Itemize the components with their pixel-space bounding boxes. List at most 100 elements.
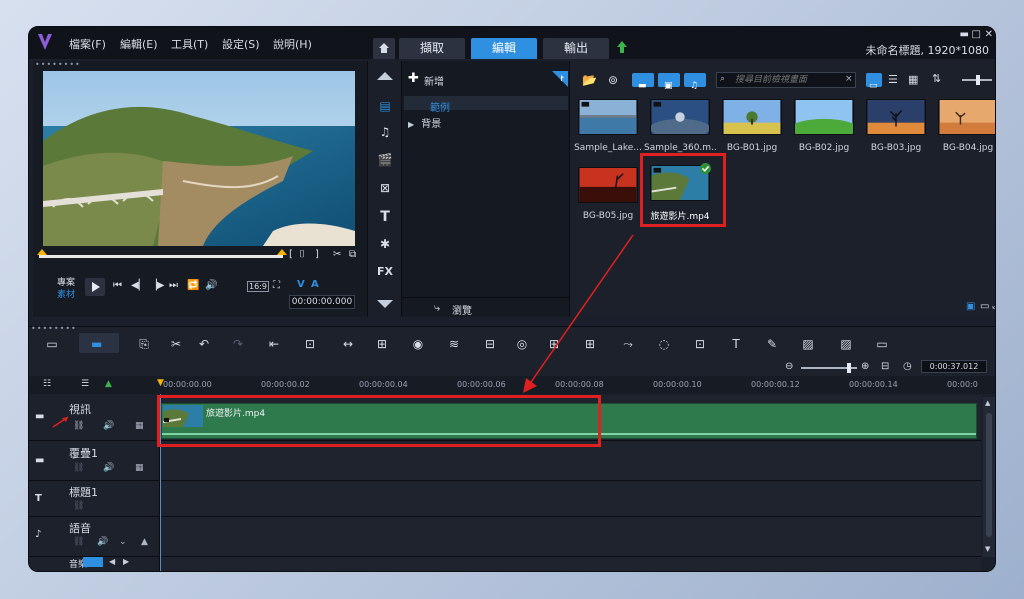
track-manager-icon[interactable]: ⎘ [135, 337, 153, 353]
link-icon[interactable]: ⛓ [73, 463, 84, 473]
track-volume-icon[interactable]: 🔊 [97, 537, 108, 547]
track-header-title[interactable]: T 標題1 ⛓ [29, 481, 159, 517]
cut-icon[interactable]: ✂ [333, 249, 341, 260]
ripple-icon[interactable]: ⇤ [265, 337, 283, 353]
pin-icon[interactable] [552, 71, 568, 87]
tab-capture[interactable]: 擷取 [399, 38, 465, 59]
show-photo-toggle[interactable]: ▣ [658, 73, 680, 91]
crop-icon[interactable]: ⊡ [301, 337, 319, 353]
media-item-bg-b01[interactable]: BG-B01.jpg [722, 99, 788, 153]
upload-arrow-icon[interactable] [616, 40, 628, 54]
graphics-icon[interactable]: ✱ [374, 237, 396, 255]
video-toggle[interactable]: V [297, 279, 305, 290]
track-header-video[interactable]: ▬ 視訊 ⛓ 🔊 ▦ [29, 395, 159, 441]
show-video-toggle[interactable]: ▬ [632, 73, 654, 91]
undo-icon[interactable]: ↶ [195, 337, 213, 353]
redo-icon[interactable]: ↷ [229, 337, 247, 353]
track-zoom-button[interactable] [83, 557, 103, 567]
menu-tools[interactable]: 工具(T) [171, 36, 208, 52]
filter-fx-label[interactable]: FX [374, 265, 396, 283]
storyboard-view-icon[interactable]: ▭ [43, 337, 61, 353]
prev-frame-icon[interactable]: ◀▏ [131, 280, 146, 291]
repeat-icon[interactable]: 🔁 [187, 280, 199, 291]
show-all-tracks-icon[interactable]: ☷ [43, 379, 51, 389]
timecode-display[interactable]: 00:00:00.000 [289, 295, 355, 309]
title-icon[interactable]: T [374, 209, 396, 227]
search-input[interactable] [735, 74, 835, 86]
chevron-down-icon[interactable]: ⌄ [119, 537, 127, 547]
expand-arrow-icon[interactable]: ▶ [408, 120, 414, 129]
list-view-icon[interactable]: ☰ [888, 73, 898, 86]
audio-toggle[interactable]: A [311, 279, 319, 290]
scroll-right-icon[interactable]: ▶ [123, 557, 129, 566]
track-header-overlay[interactable]: ▬ 覆疊1 ⛓ 🔊 ▦ [29, 441, 159, 481]
volume-icon[interactable]: 🔊 [205, 280, 217, 291]
add-track-icon[interactable]: ▲ [105, 379, 112, 389]
track-header-voice[interactable]: ♪ 語音 ⛓ 🔊 ⌄ ▲ [29, 517, 159, 557]
media-icon[interactable]: ▤ [374, 99, 396, 117]
folder-item-samples[interactable]: 範例 [404, 96, 568, 114]
overlay-track-lane[interactable] [159, 441, 981, 481]
transition-icon[interactable]: ⊠ [374, 181, 396, 199]
media-item-bg-b05[interactable]: BG-B05.jpg [578, 167, 644, 221]
import-folder-icon[interactable]: 📂 [582, 73, 597, 87]
library-panel-icon[interactable]: ▣ [966, 301, 975, 312]
end-icon[interactable]: ⏭ [169, 280, 178, 291]
split-icon[interactable]: ⌷ [299, 249, 305, 260]
close-icon[interactable]: ✕ [985, 29, 993, 40]
minimize-icon[interactable]: ▬ [960, 29, 969, 40]
menu-settings[interactable]: 設定(S) [222, 36, 260, 52]
link-icon[interactable]: ⛓ [73, 421, 84, 431]
media-item-bg-b02[interactable]: BG-B02.jpg [786, 99, 862, 153]
slider-handle[interactable] [847, 363, 851, 373]
audio-library-icon[interactable]: ♫ [374, 125, 396, 143]
copy-icon[interactable]: ⧉ [349, 249, 356, 260]
search-box[interactable]: ⌕ × [716, 72, 856, 88]
clip-mode-label[interactable]: 素材 [57, 287, 75, 300]
add-folder-icon[interactable]: ✚ [408, 71, 419, 86]
scrub-bar[interactable] [39, 255, 283, 258]
title-track-lane[interactable] [159, 481, 981, 517]
scroll-left-icon[interactable]: ◀ [109, 557, 115, 566]
tools-icon[interactable]: ✂ [167, 337, 185, 353]
track-volume-icon[interactable]: 🔊 [103, 463, 114, 473]
nav-down-icon[interactable] [376, 299, 394, 309]
scroll-up-icon[interactable]: ▲ [985, 399, 990, 407]
track-volume-icon[interactable]: 🔊 [103, 421, 114, 431]
folder-item-backgrounds[interactable]: ▶ 背景 [404, 112, 568, 130]
zoom-in-icon[interactable]: ⊕ [861, 361, 869, 372]
menu-edit[interactable]: 編輯(E) [120, 36, 158, 52]
tab-share[interactable]: 輸出 [543, 38, 609, 59]
fit-icon[interactable]: ⛶ [273, 280, 280, 291]
media-item-bg-b04[interactable]: BG-B04.jpg [938, 99, 995, 153]
audio-ducking-icon[interactable]: ▲ [141, 537, 148, 547]
options-panel-icon[interactable]: ▭ [980, 301, 989, 312]
fit-project-icon[interactable]: ⊟ [881, 361, 889, 372]
menu-help[interactable]: 說明(H) [273, 36, 312, 52]
media-item-360[interactable]: Sample_360.m... [644, 99, 716, 153]
zoom-slider[interactable] [801, 363, 857, 373]
color-grade-icon[interactable]: ▨ [799, 337, 817, 353]
time-remap-icon[interactable]: ↔ [339, 337, 357, 353]
home-tab[interactable] [373, 38, 395, 59]
panel-grip[interactable]: •••••••• [31, 324, 77, 333]
menu-file[interactable]: 檔案(F) [69, 36, 106, 52]
track-grid-icon[interactable]: ▦ [135, 421, 144, 431]
mask-icon[interactable]: ◌ [655, 337, 673, 353]
nav-up-icon[interactable] [376, 71, 394, 81]
instant-project-icon[interactable]: 🎬 [374, 153, 396, 171]
grid-view-icon[interactable]: ▦ [908, 73, 918, 86]
add-folder-label[interactable]: 新增 [424, 73, 444, 88]
vertical-scrollbar[interactable]: ▲ ▼ [983, 397, 995, 557]
record-voice-icon[interactable]: ◉ [409, 337, 427, 353]
sort-icon[interactable]: ⇅ [932, 72, 941, 85]
zoom-out-icon[interactable]: ⊖ [785, 361, 793, 372]
mark-out-icon[interactable]: ] [315, 249, 319, 260]
trim-end-handle[interactable] [277, 249, 287, 259]
expand-panel-icon[interactable]: ⤢ [992, 301, 995, 311]
track-menu-icon[interactable]: ☰ [81, 379, 89, 389]
audio-wave-icon[interactable]: ≋ [445, 337, 463, 353]
thumbnail-size-slider[interactable] [962, 75, 992, 85]
slider-handle[interactable] [976, 75, 980, 85]
media-item-lake[interactable]: Sample_Lake... [574, 99, 644, 153]
